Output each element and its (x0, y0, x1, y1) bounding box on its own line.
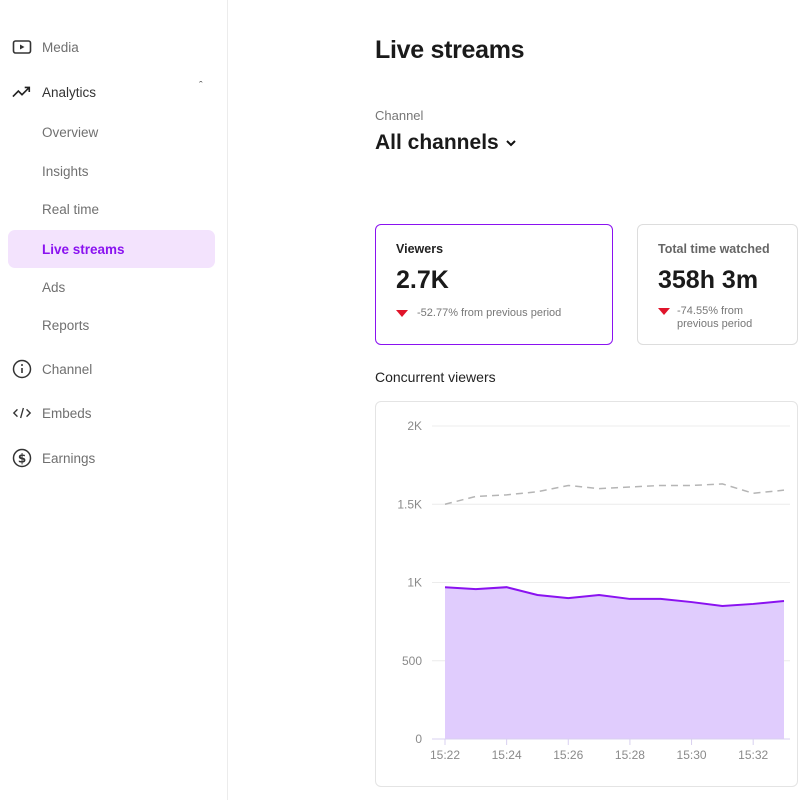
total-time-watched-card[interactable]: Total time watched 358h 3m -74.55% from … (637, 224, 798, 345)
sidebar-item-live-streams[interactable]: Live streams (8, 230, 215, 268)
sidebar-item-real-time[interactable]: Real time (8, 190, 215, 228)
chart-svg: 0 500 1K 1.5K 2K 15:22 15:24 15:26 15:28 15:30 15:… (397, 419, 790, 762)
down-arrow-icon (658, 308, 670, 315)
dollar-icon: $ (12, 448, 32, 468)
sidebar-item-media[interactable]: Media (0, 37, 220, 57)
chevron-down-icon (505, 140, 516, 147)
x-tick-label: 15:32 (738, 748, 768, 762)
sidebar: Media Analytics ˆ Overview Insights Real… (0, 0, 228, 800)
play-icon (12, 37, 32, 57)
sidebar-item-insights[interactable]: Insights (8, 152, 215, 190)
viewers-card[interactable]: Viewers 2.7K -52.77% from previous perio… (375, 224, 613, 345)
y-tick-label: 1K (407, 576, 422, 590)
sidebar-item-channel[interactable]: Channel (0, 359, 220, 379)
x-tick-label: 15:22 (430, 748, 460, 762)
code-icon (12, 403, 32, 423)
sidebar-item-embeds[interactable]: Embeds (0, 403, 220, 423)
x-tick-label: 15:28 (615, 748, 645, 762)
channel-dropdown[interactable]: All channels (375, 131, 517, 155)
x-tick-label: 15:26 (553, 748, 583, 762)
info-icon (12, 359, 32, 379)
previous-series-line (444, 483, 785, 505)
y-tick-label: 1.5K (397, 497, 422, 511)
y-tick-label: 500 (402, 654, 422, 668)
svg-text:$: $ (18, 452, 26, 466)
trending-up-icon (12, 82, 32, 102)
area-fill (445, 587, 784, 739)
sidebar-item-earnings[interactable]: $ Earnings (0, 448, 220, 468)
channel-label: Channel (375, 108, 424, 123)
sidebar-item-ads[interactable]: Ads (8, 268, 215, 306)
y-tick-label: 0 (415, 732, 422, 746)
concurrent-viewers-chart: 0 500 1K 1.5K 2K 15:22 15:24 15:26 15:28 15:30 15:… (375, 401, 798, 787)
y-tick-label: 2K (407, 419, 422, 433)
sidebar-item-overview[interactable]: Overview (8, 113, 215, 151)
sidebar-item-reports[interactable]: Reports (8, 306, 215, 344)
page-title: Live streams (375, 36, 525, 64)
chevron-up-icon[interactable]: ˆ (199, 80, 203, 92)
x-tick-label: 15:30 (677, 748, 707, 762)
down-arrow-icon (396, 309, 408, 317)
sidebar-item-analytics[interactable]: Analytics ˆ (0, 80, 220, 102)
chart-title: Concurrent viewers (375, 369, 496, 385)
x-tick-label: 15:24 (492, 748, 522, 762)
